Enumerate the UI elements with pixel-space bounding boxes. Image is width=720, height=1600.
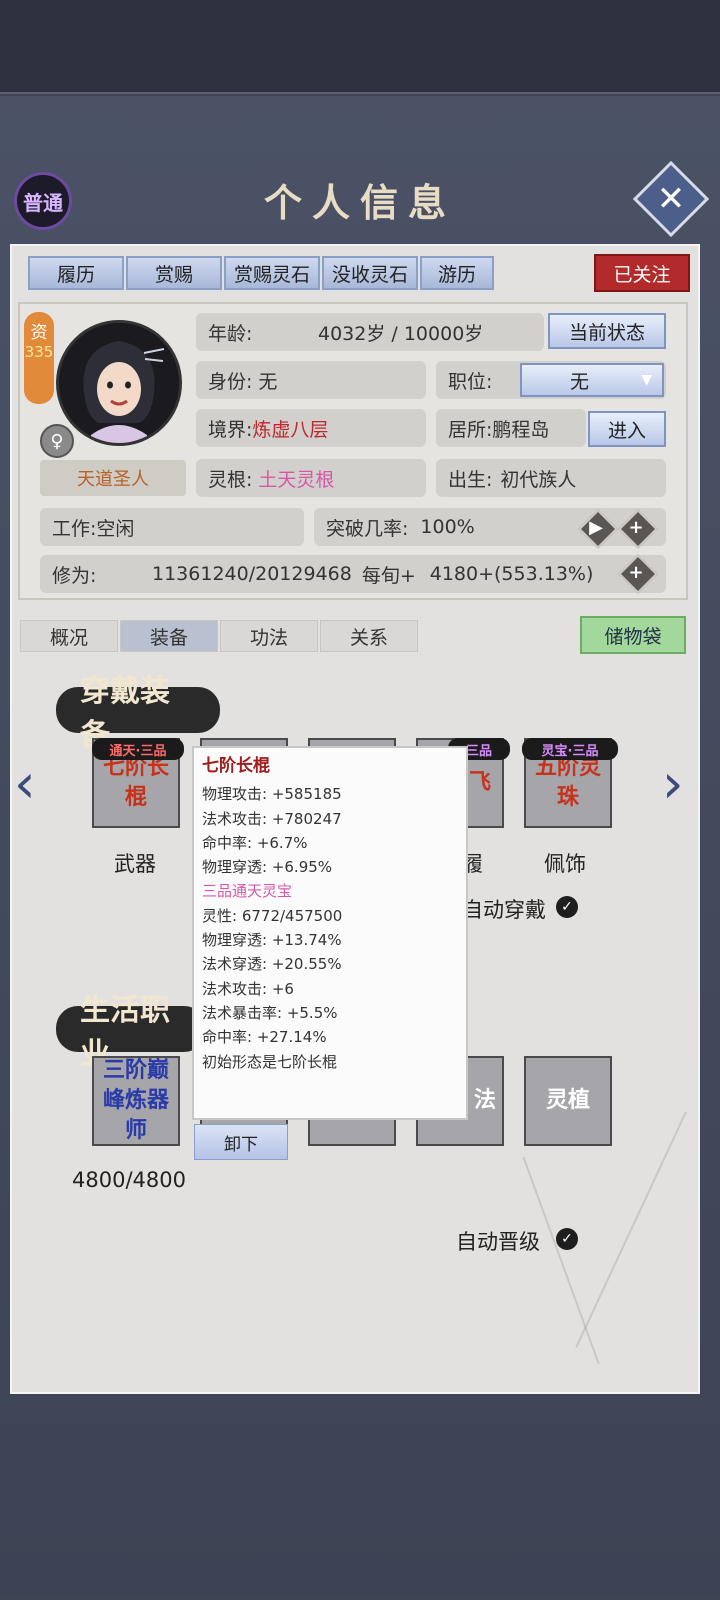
auto-equip-label: 自动穿戴 xyxy=(462,898,546,922)
weapon-label: 武器 xyxy=(114,852,156,876)
cultivation-add-button[interactable]: + xyxy=(618,554,658,594)
tooltip-line: 法术穿透: +20.55% xyxy=(202,955,342,974)
refiner-name: 三阶巅峰炼器师 xyxy=(102,1058,169,1143)
accessory-name: 五阶灵珠 xyxy=(534,755,601,810)
birth-label: 出生: xyxy=(448,468,493,491)
tooltip-grade: 三品通天灵宝 xyxy=(202,882,293,901)
chevron-left-icon[interactable]: ‹ xyxy=(14,752,36,815)
life-job-slot-refiner[interactable]: 三阶巅峰炼器师 xyxy=(92,1056,180,1146)
tooltip-line: 法术暴击率: +5.5% xyxy=(202,1003,338,1022)
weapon-grade-tag: 通天·三品 xyxy=(92,738,184,760)
page-title: 个人信息 xyxy=(263,180,456,225)
shoes-name: 飞 xyxy=(468,770,491,795)
spirit-root-value: 土天灵根 xyxy=(258,468,335,491)
tab-confiscate-stone[interactable]: 没收灵石 xyxy=(322,256,418,290)
avatar[interactable] xyxy=(56,320,182,446)
chevron-right-icon[interactable]: › xyxy=(662,752,684,815)
tooltip-line: 命中率: +27.14% xyxy=(202,1028,327,1047)
portrait-image xyxy=(59,323,179,443)
residence-label: 居所: xyxy=(448,418,493,441)
life-job-slot-herbalism[interactable]: 灵植 xyxy=(524,1056,612,1146)
tooltip-line: 灵性: 6772/457500 xyxy=(202,906,343,925)
life-jobs-section-title: 生活职业 xyxy=(56,993,206,1072)
realm-label: 境界: xyxy=(208,418,253,441)
breakthrough-add-button[interactable]: + xyxy=(618,509,658,549)
per-turn-label: 每旬+ xyxy=(361,564,416,587)
plus-icon: + xyxy=(628,561,644,583)
life-job-progress: 4800/4800 xyxy=(72,1168,186,1192)
tab-travel[interactable]: 游历 xyxy=(420,256,494,290)
follow-button[interactable]: 已关注 xyxy=(594,254,690,292)
position-label: 职位: xyxy=(448,370,493,393)
age-field: 年龄: 4032岁 / 10000岁 xyxy=(196,313,544,351)
weapon-name: 七阶长棍 xyxy=(102,755,169,810)
unequip-button[interactable]: 卸下 xyxy=(194,1124,288,1160)
chevron-down-icon: ▼ xyxy=(641,372,652,388)
play-icon: ▶ xyxy=(589,516,603,538)
tooltip-line: 物理穿透: +13.74% xyxy=(202,931,342,950)
tab-reward[interactable]: 赏赐 xyxy=(126,256,222,290)
position-dropdown[interactable]: 无 ▼ xyxy=(520,363,664,397)
aptitude-value: 335 xyxy=(24,343,54,361)
tab-relations[interactable]: 关系 xyxy=(320,620,418,652)
residence-field: 居所: 鹏程岛 xyxy=(436,409,586,447)
item-tooltip: 七阶长棍 物理攻击: +585185 法术攻击: +780247 命中率: +6… xyxy=(192,746,468,1120)
auto-upgrade-checkbox[interactable]: ✓ xyxy=(556,1228,578,1250)
auto-upgrade-label: 自动晋级 xyxy=(456,1230,540,1254)
work-field: 工作: 空闲 xyxy=(40,508,304,546)
tab-history[interactable]: 履历 xyxy=(28,256,124,290)
work-value: 空闲 xyxy=(96,517,135,540)
tab-equipment[interactable]: 装备 xyxy=(120,620,218,652)
close-icon[interactable]: ✕ xyxy=(644,172,698,226)
birth-value: 初代族人 xyxy=(500,468,577,491)
tooltip-line: 物理穿透: +6.95% xyxy=(202,858,333,877)
accessory-label: 佩饰 xyxy=(544,852,586,876)
identity-label: 身份: xyxy=(208,370,253,393)
tab-overview[interactable]: 概况 xyxy=(20,620,118,652)
tooltip-line: 初始形态是七阶长棍 xyxy=(202,1052,338,1071)
realm-value: 炼虚八层 xyxy=(252,418,329,441)
birth-field: 出生: 初代族人 xyxy=(436,459,666,497)
tooltip-line: 命中率: +6.7% xyxy=(202,833,308,852)
storage-bag-button[interactable]: 储物袋 xyxy=(580,616,686,654)
current-state-button[interactable]: 当前状态 xyxy=(548,313,666,349)
breakthrough-value: 100% xyxy=(420,516,475,538)
identity-field: 身份: 无 xyxy=(196,361,426,399)
position-value: 无 xyxy=(570,370,590,393)
tab-reward-stone[interactable]: 赏赐灵石 xyxy=(224,256,320,290)
breakthrough-label: 突破几率: xyxy=(326,517,409,540)
plus-icon: + xyxy=(628,516,644,538)
work-label: 工作: xyxy=(52,517,97,540)
title-tag: 天道圣人 xyxy=(40,460,186,496)
cultivation-label: 修为: xyxy=(52,564,97,587)
auto-equip-checkbox[interactable]: ✓ xyxy=(556,896,578,918)
equipment-section-title: 穿戴装备 xyxy=(56,674,220,753)
age-value: 4032岁 / 10000岁 xyxy=(318,322,484,345)
spirit-root-field: 灵根: 土天灵根 xyxy=(196,459,426,497)
tooltip-line: 物理攻击: +585185 xyxy=(202,785,342,804)
tooltip-title: 七阶长棍 xyxy=(202,756,270,776)
per-turn-value: 4180+(553.13%) xyxy=(429,563,594,585)
female-icon: ♀ xyxy=(40,424,74,458)
herbalism-name: 灵植 xyxy=(545,1088,590,1113)
identity-value: 无 xyxy=(258,370,278,393)
residence-value: 鹏程岛 xyxy=(492,418,550,441)
tooltip-line: 法术攻击: +780247 xyxy=(202,809,342,828)
age-label: 年龄: xyxy=(208,322,253,345)
tab-skills[interactable]: 功法 xyxy=(220,620,318,652)
play-button[interactable]: ▶ xyxy=(578,509,618,549)
cultivation-field: 修为: 11361240/20129468 每旬+ 4180+(553.13%) xyxy=(40,555,666,593)
tooltip-line: 法术攻击: +6 xyxy=(202,979,294,998)
spirit-root-label: 灵根: xyxy=(208,468,253,491)
cultivation-value: 11361240/20129468 xyxy=(152,563,352,585)
accessory-grade-tag: 灵宝·三品 xyxy=(522,738,618,760)
aptitude-label: 资 xyxy=(30,323,48,343)
top-banner xyxy=(0,0,720,94)
aptitude-badge: 资 335 xyxy=(24,312,54,404)
life-job-4-name: 法 xyxy=(473,1088,496,1113)
enter-residence-button[interactable]: 进入 xyxy=(588,411,666,447)
realm-field: 境界: 炼虚八层 xyxy=(196,409,426,447)
